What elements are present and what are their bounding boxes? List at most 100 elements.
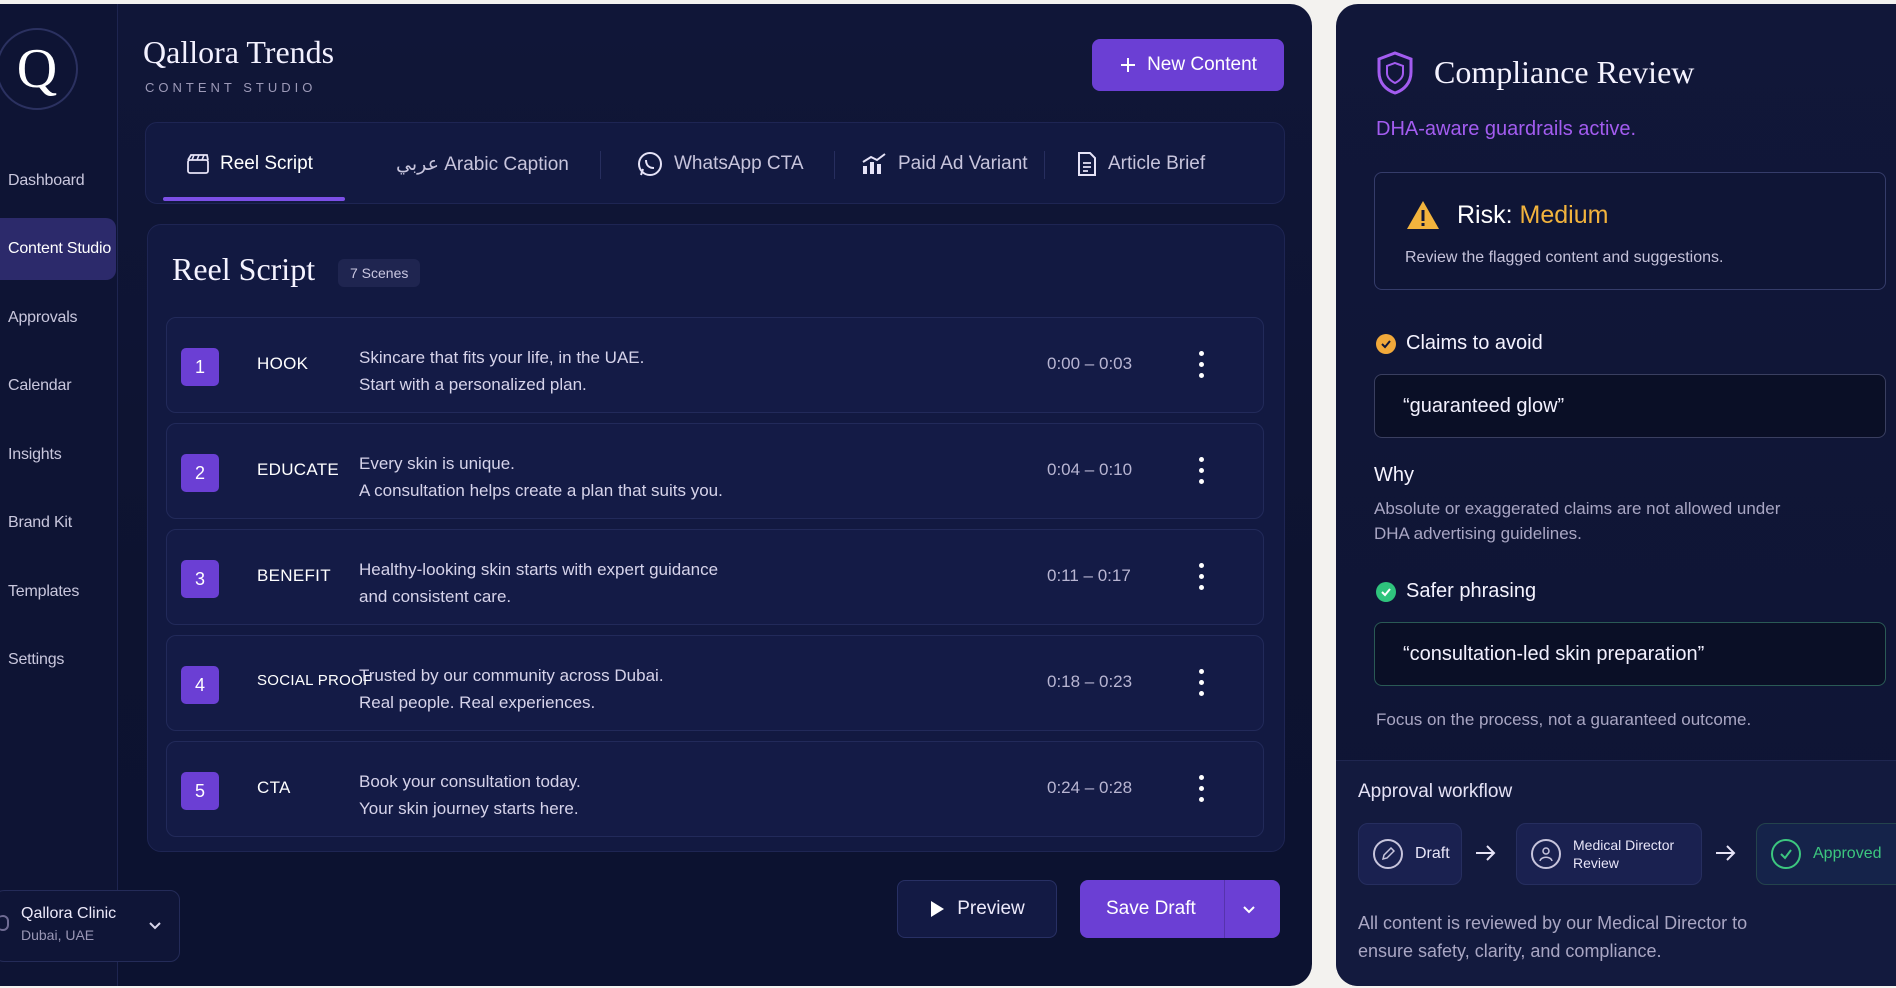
- approval-workflow: Approval workflow Draft Medical Director…: [1336, 760, 1896, 986]
- workflow-note: All content is reviewed by our Medical D…: [1358, 913, 1748, 961]
- scene-number: 5: [181, 772, 219, 810]
- claims-title: Claims to avoid: [1406, 332, 1543, 354]
- risk-value: Medium: [1519, 201, 1609, 229]
- tab-article-brief[interactable]: Article Brief: [1076, 123, 1205, 205]
- tab-whatsapp-cta[interactable]: WhatsApp CTA: [636, 123, 804, 205]
- tab-label: Paid Ad Variant: [898, 153, 1028, 174]
- compliance-title: Compliance Review: [1434, 54, 1695, 90]
- more-options-icon[interactable]: [1197, 560, 1205, 596]
- scene-tag: HOOK: [257, 354, 309, 373]
- chevron-down-icon[interactable]: [1240, 900, 1258, 918]
- tab-label: عربي Arabic Caption: [396, 153, 569, 175]
- safer-phrasing-suggestion: “consultation-led skin preparation”: [1374, 622, 1886, 686]
- sidebar-item-insights[interactable]: Insights: [0, 424, 116, 486]
- brand-title: Qallora Trends: [143, 34, 335, 70]
- sidebar-item-calendar[interactable]: Calendar: [0, 355, 116, 417]
- chart-icon: [862, 153, 886, 174]
- preview-label: Preview: [957, 898, 1025, 919]
- scene-number: 4: [181, 666, 219, 704]
- scene-time: 0:04 – 0:10: [1047, 460, 1133, 479]
- save-draft-button[interactable]: Save Draft: [1080, 880, 1280, 938]
- brand-subtitle: CONTENT STUDIO: [145, 80, 317, 95]
- new-content-button[interactable]: New Content: [1092, 39, 1284, 91]
- shield-icon: [1377, 51, 1413, 95]
- scene-number: 3: [181, 560, 219, 598]
- scene-row[interactable]: 1 HOOK Skincare that fits your life, in …: [166, 317, 1264, 413]
- focus-note: Focus on the process, not a guaranteed o…: [1376, 710, 1752, 729]
- tab-divider: [1044, 151, 1045, 179]
- scene-number: 2: [181, 454, 219, 492]
- more-options-icon[interactable]: [1197, 772, 1205, 808]
- sidebar-item-content-studio[interactable]: Content Studio: [0, 218, 116, 280]
- safer-title: Safer phrasing: [1406, 580, 1537, 602]
- clinic-switcher[interactable]: Qallora Clinic Dubai, UAE: [0, 890, 180, 962]
- split-divider: [1224, 880, 1225, 938]
- scene-line: Every skin is unique.: [359, 454, 515, 473]
- sidebar-item-brand-kit[interactable]: Brand Kit: [0, 492, 116, 554]
- step-label: Draft: [1415, 845, 1450, 862]
- user-icon: [1531, 839, 1561, 869]
- scene-text: Trusted by our community across Dubai. Re…: [359, 662, 664, 716]
- scene-tag: CTA: [257, 778, 291, 797]
- workflow-step-medical-review[interactable]: Medical Director Review: [1516, 823, 1702, 885]
- compliance-subtitle: DHA-aware guardrails active.: [1376, 118, 1637, 140]
- risk-label: Risk:: [1457, 201, 1513, 229]
- scene-text: Every skin is unique. A consultation help…: [359, 450, 723, 504]
- scene-row[interactable]: 5 CTA Book your consultation today. Your …: [166, 741, 1264, 837]
- scene-text: Skincare that fits your life, in the UAE…: [359, 344, 644, 398]
- active-tab-indicator: [163, 197, 345, 201]
- document-icon: [1078, 152, 1096, 176]
- tab-divider: [600, 151, 601, 179]
- scene-time: 0:00 – 0:03: [1047, 354, 1133, 373]
- clapperboard-icon: [187, 154, 209, 174]
- edit-icon: [1373, 839, 1403, 869]
- scene-count-badge: 7 Scenes: [338, 259, 421, 287]
- save-draft-label: Save Draft: [1106, 898, 1196, 919]
- risk-description: Review the flagged content and suggestio…: [1405, 249, 1724, 266]
- scene-line: and consistent care.: [359, 587, 512, 606]
- play-icon: [931, 901, 945, 917]
- scene-line: Healthy-looking skin starts with expert …: [359, 560, 719, 579]
- brand-logo: Q: [0, 28, 78, 110]
- more-options-icon[interactable]: [1197, 454, 1205, 490]
- why-title: Why: [1374, 464, 1414, 486]
- scene-line: Trusted by our community across Dubai.: [359, 666, 664, 685]
- preview-button[interactable]: Preview: [897, 880, 1057, 938]
- scene-line: Your skin journey starts here.: [359, 799, 579, 818]
- workflow-step-draft[interactable]: Draft: [1358, 823, 1462, 885]
- arrow-right-icon: [1716, 845, 1736, 861]
- tab-arabic-caption[interactable]: عربي Arabic Caption: [396, 123, 569, 205]
- chevron-down-icon: [149, 922, 161, 930]
- tab-paid-ad-variant[interactable]: Paid Ad Variant: [860, 123, 1028, 205]
- scene-row[interactable]: 2 EDUCATE Every skin is unique. A consult…: [166, 423, 1264, 519]
- new-content-label: New Content: [1147, 54, 1257, 75]
- more-options-icon[interactable]: [1197, 666, 1205, 702]
- sidebar-item-dashboard[interactable]: Dashboard: [0, 150, 116, 212]
- clinic-avatar-icon: [0, 915, 9, 931]
- workflow-step-approved[interactable]: Approved: [1756, 823, 1896, 885]
- check-icon: [1376, 333, 1396, 354]
- check-circle-icon: [1771, 839, 1801, 869]
- check-circle-icon: [1376, 581, 1396, 602]
- sidebar-item-templates[interactable]: Templates: [0, 561, 116, 623]
- why-text: Absolute or exaggerated claims are not a…: [1374, 499, 1781, 543]
- tab-label: Reel Script: [220, 153, 313, 174]
- more-options-icon[interactable]: [1197, 348, 1205, 384]
- warning-icon: [1407, 201, 1439, 229]
- scene-line: A consultation helps create a plan that …: [359, 481, 723, 500]
- safer-phrasing-heading: Safer phrasing: [1376, 580, 1536, 603]
- reel-script-card: Reel Script 7 Scenes 1 HOOK Skincare tha…: [147, 224, 1285, 852]
- tab-label: Article Brief: [1108, 153, 1206, 174]
- sidebar-item-approvals[interactable]: Approvals: [0, 287, 116, 349]
- scene-line: Real people. Real experiences.: [359, 693, 596, 712]
- scene-line: Book your consultation today.: [359, 772, 581, 791]
- content-type-tabs: Reel Script عربي Arabic Caption WhatsApp…: [145, 122, 1285, 204]
- scene-line: Skincare that fits your life, in the UAE…: [359, 348, 645, 367]
- scene-time: 0:18 – 0:23: [1047, 672, 1133, 691]
- step-label: Approved: [1813, 845, 1882, 862]
- scene-tag: EDUCATE: [257, 460, 340, 479]
- scene-row[interactable]: 3 BENEFIT Healthy-looking skin starts wi…: [166, 529, 1264, 625]
- tab-reel-script[interactable]: Reel Script: [186, 123, 313, 205]
- sidebar-item-settings[interactable]: Settings: [0, 629, 116, 691]
- scene-row[interactable]: 4 SOCIAL PROOF Trusted by our community …: [166, 635, 1264, 731]
